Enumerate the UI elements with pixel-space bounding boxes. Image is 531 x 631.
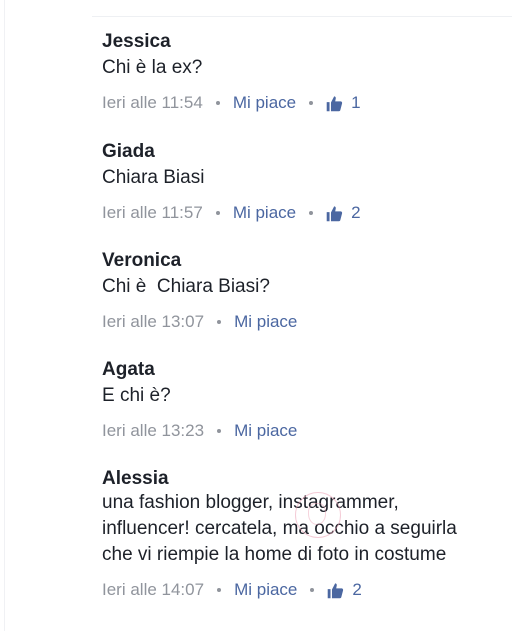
separator-dot: [309, 101, 314, 105]
thumbs-up-icon: [326, 205, 343, 222]
reaction-count[interactable]: 1: [326, 93, 361, 113]
left-divider: [4, 0, 5, 631]
separator-dot: [309, 211, 314, 215]
separator-dot: [215, 211, 220, 215]
separator-dot: [310, 588, 315, 592]
comment-author[interactable]: Jessica: [102, 31, 522, 53]
like-count: 2: [352, 580, 362, 599]
comment-alessia: Alessia una fashion blogger, instagramme…: [102, 468, 522, 600]
comment-author[interactable]: Agata: [102, 359, 522, 381]
like-button[interactable]: Mi piace: [234, 580, 297, 600]
comment-text-line: influencer! cercatela, ma occhio a segui…: [102, 518, 457, 539]
separator-dot: [217, 588, 222, 592]
comment-author[interactable]: Alessia: [102, 468, 522, 490]
comment-meta: Ieri alle 11:54 Mi piace 1: [102, 93, 522, 113]
comment-text: Chi è Chiara Biasi?: [102, 276, 270, 297]
comment-meta: Ieri alle 11:57 Mi piace 2: [102, 203, 522, 223]
comment-text: E chi è?: [102, 385, 171, 406]
comment-timestamp[interactable]: Ieri alle 14:07: [102, 580, 204, 600]
reaction-count[interactable]: 2: [327, 580, 362, 600]
comment-timestamp[interactable]: Ieri alle 13:07: [102, 312, 204, 332]
like-button[interactable]: Mi piace: [233, 93, 296, 113]
separator-dot: [217, 320, 222, 324]
comment-text-line: una fashion blogger, instagrammer,: [102, 492, 399, 513]
like-button[interactable]: Mi piace: [233, 203, 296, 223]
separator-dot: [215, 101, 220, 105]
thumbs-up-icon: [326, 95, 343, 112]
comment-giada: Giada Chiara Biasi Ieri alle 11:57 Mi pi…: [102, 141, 522, 223]
comment-text: Chi è la ex?: [102, 57, 203, 78]
comment-meta: Ieri alle 14:07 Mi piace 2: [102, 580, 522, 600]
comment-agata: Agata E chi è? Ieri alle 13:23 Mi piace: [102, 359, 522, 441]
reaction-count[interactable]: 2: [326, 203, 361, 223]
comment-meta: Ieri alle 13:23 Mi piace: [102, 421, 522, 441]
top-divider: [92, 16, 512, 17]
comment-jessica: Jessica Chi è la ex? Ieri alle 11:54 Mi …: [102, 31, 522, 113]
comment-author[interactable]: Veronica: [102, 250, 522, 272]
like-button[interactable]: Mi piace: [234, 421, 297, 441]
comment-meta: Ieri alle 13:07 Mi piace: [102, 312, 522, 332]
thumbs-up-icon: [327, 582, 344, 599]
comment-veronica: Veronica Chi è Chiara Biasi? Ieri alle 1…: [102, 250, 522, 332]
like-count: 2: [351, 203, 361, 222]
comment-timestamp[interactable]: Ieri alle 11:54: [102, 93, 203, 113]
like-count: 1: [351, 93, 361, 112]
comment-text: Chiara Biasi: [102, 167, 205, 188]
comment-text-line: che vi riempie la home di foto in costum…: [102, 544, 447, 565]
comment-timestamp[interactable]: Ieri alle 13:23: [102, 421, 204, 441]
separator-dot: [217, 429, 222, 433]
like-button[interactable]: Mi piace: [234, 312, 297, 332]
comment-author[interactable]: Giada: [102, 141, 522, 163]
comment-text: una fashion blogger, instagrammer, influ…: [102, 490, 522, 568]
comment-timestamp[interactable]: Ieri alle 11:57: [102, 203, 203, 223]
